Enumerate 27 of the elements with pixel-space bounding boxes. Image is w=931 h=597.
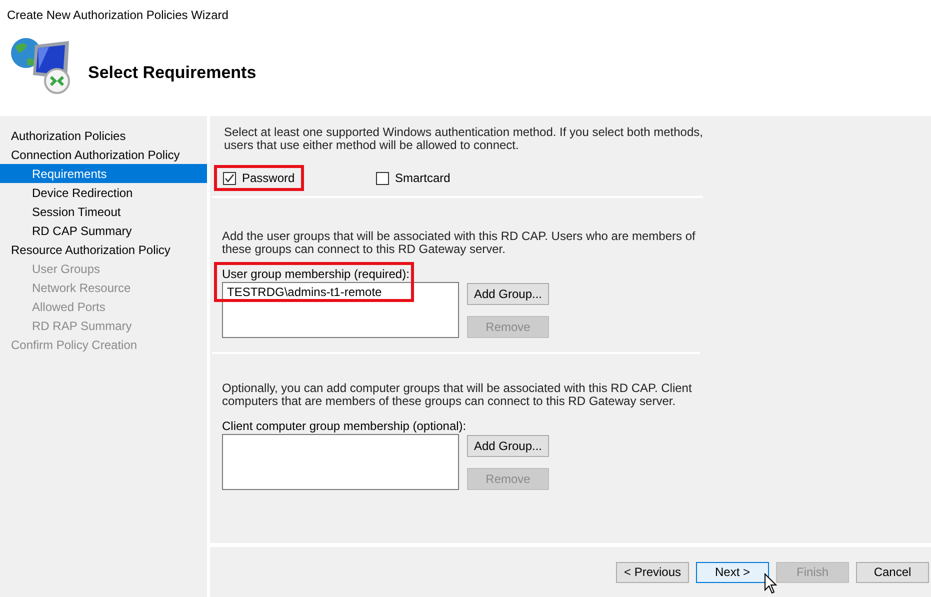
checkbox[interactable]: [376, 172, 389, 184]
window-title: Create New Authorization Policies Wizard: [7, 7, 228, 24]
step-item[interactable]: Resource Authorization Policy: [0, 240, 207, 259]
wizard-button[interactable]: Next >: [696, 562, 769, 582]
instruction-text: Optionally, you can add computer groups that will be associated with this RD CAP. Client computers that are members of these groups can connect to this RD Gateway server.: [222, 382, 693, 408]
field-label: Client computer group membership (optional):: [222, 419, 468, 433]
wizard-button[interactable]: Cancel: [856, 562, 929, 582]
page-title: Select Requirements: [88, 62, 256, 84]
checkbox-label: Smartcard: [395, 170, 450, 187]
instruction-text: Select at least one supported Windows authentication method. If you select both methods, users that use either method will be allowed to connect.: [223, 126, 704, 152]
list-item[interactable]: TESTRDG\admins-t1-remote: [227, 285, 382, 300]
instruction-text: Add the user groups that will be associated with this RD CAP. Users who are members of these groups can connect to this RD Gateway server.: [222, 230, 696, 256]
add-group-button[interactable]: Add Group...: [467, 435, 549, 457]
field-label: User group membership (required):: [222, 267, 410, 281]
group-list[interactable]: [222, 434, 459, 490]
step-item[interactable]: Requirements: [0, 164, 207, 183]
step-item[interactable]: Authorization Policies: [0, 126, 207, 145]
step-item[interactable]: Device Redirection: [0, 183, 207, 202]
add-group-button[interactable]: Add Group...: [467, 283, 549, 305]
step-item[interactable]: Connection Authorization Policy: [0, 145, 207, 164]
mouse-pointer-icon: [764, 573, 778, 595]
step-item[interactable]: Session Timeout: [0, 202, 207, 221]
step-item[interactable]: RD CAP Summary: [0, 221, 207, 240]
checkbox[interactable]: [223, 172, 236, 184]
checkbox-label: Password: [242, 170, 295, 187]
wizard-button[interactable]: < Previous: [616, 562, 689, 582]
group-list[interactable]: TESTRDG\admins-t1-remote: [222, 282, 459, 338]
